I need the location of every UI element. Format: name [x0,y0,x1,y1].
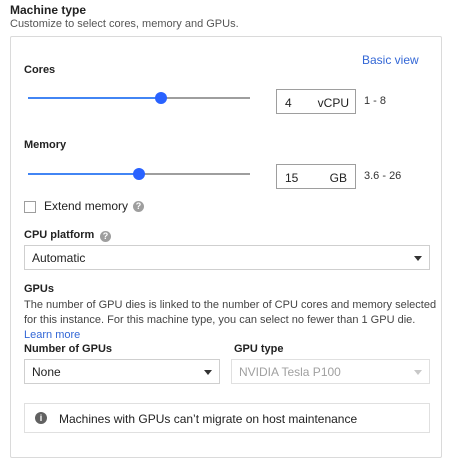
extend-memory-label[interactable]: Extend memory [44,199,128,213]
number-of-gpus-label: Number of GPUs [24,343,113,355]
cpu-platform-selected: Automatic [32,251,86,265]
extend-memory-help-icon[interactable]: ? [133,201,144,212]
cores-unit: vCPU [317,96,349,110]
chevron-down-icon [414,256,422,261]
memory-slider-thumb[interactable] [133,168,145,180]
number-of-gpus-select[interactable]: None [24,359,220,384]
cores-label: Cores [24,64,56,76]
cpu-platform-help-icon[interactable]: ? [100,231,111,242]
info-icon: i [35,412,47,424]
machine-type-subtitle: Customize to select cores, memory and GP… [10,18,239,30]
learn-more-link[interactable]: Learn more [24,329,80,341]
notice-text: Machines with GPUs can’t migrate on host… [59,412,358,426]
extend-memory-checkbox[interactable] [24,201,36,213]
memory-label: Memory [24,139,67,151]
cores-range: 1 - 8 [364,95,387,107]
cores-value: 4 [285,96,292,110]
machine-type-title: Machine type [10,3,87,17]
gpu-migration-notice: i Machines with GPUs can’t migrate on ho… [24,403,430,433]
gpus-description-line2: for this instance. For this machine type… [24,314,416,326]
cores-input[interactable]: 4 vCPU [276,89,356,114]
gpus-description: The number of GPU dies is linked to the … [24,298,444,328]
cpu-platform-select[interactable]: Automatic [24,245,430,270]
memory-input[interactable]: 15 GB [276,164,356,189]
cores-slider[interactable] [28,92,250,104]
gpus-description-line1: The number of GPU dies is linked to the … [24,299,437,311]
basic-view-link[interactable]: Basic view [362,53,419,67]
gpu-type-select[interactable]: NVIDIA Tesla P100 [231,359,430,384]
cores-slider-thumb[interactable] [155,92,167,104]
memory-slider[interactable] [28,168,250,180]
cores-slider-fill [28,97,161,99]
memory-value: 15 [285,171,299,185]
cpu-platform-label: CPU platform [24,229,95,241]
chevron-down-icon [204,370,212,375]
gpu-type-label: GPU type [234,343,284,355]
chevron-down-icon [414,370,422,375]
number-of-gpus-selected: None [32,365,61,379]
memory-unit: GB [329,171,347,185]
memory-range: 3.6 - 26 [364,170,402,182]
gpu-type-selected: NVIDIA Tesla P100 [239,365,341,379]
memory-slider-fill [28,173,139,175]
gpus-heading: GPUs [24,283,54,295]
